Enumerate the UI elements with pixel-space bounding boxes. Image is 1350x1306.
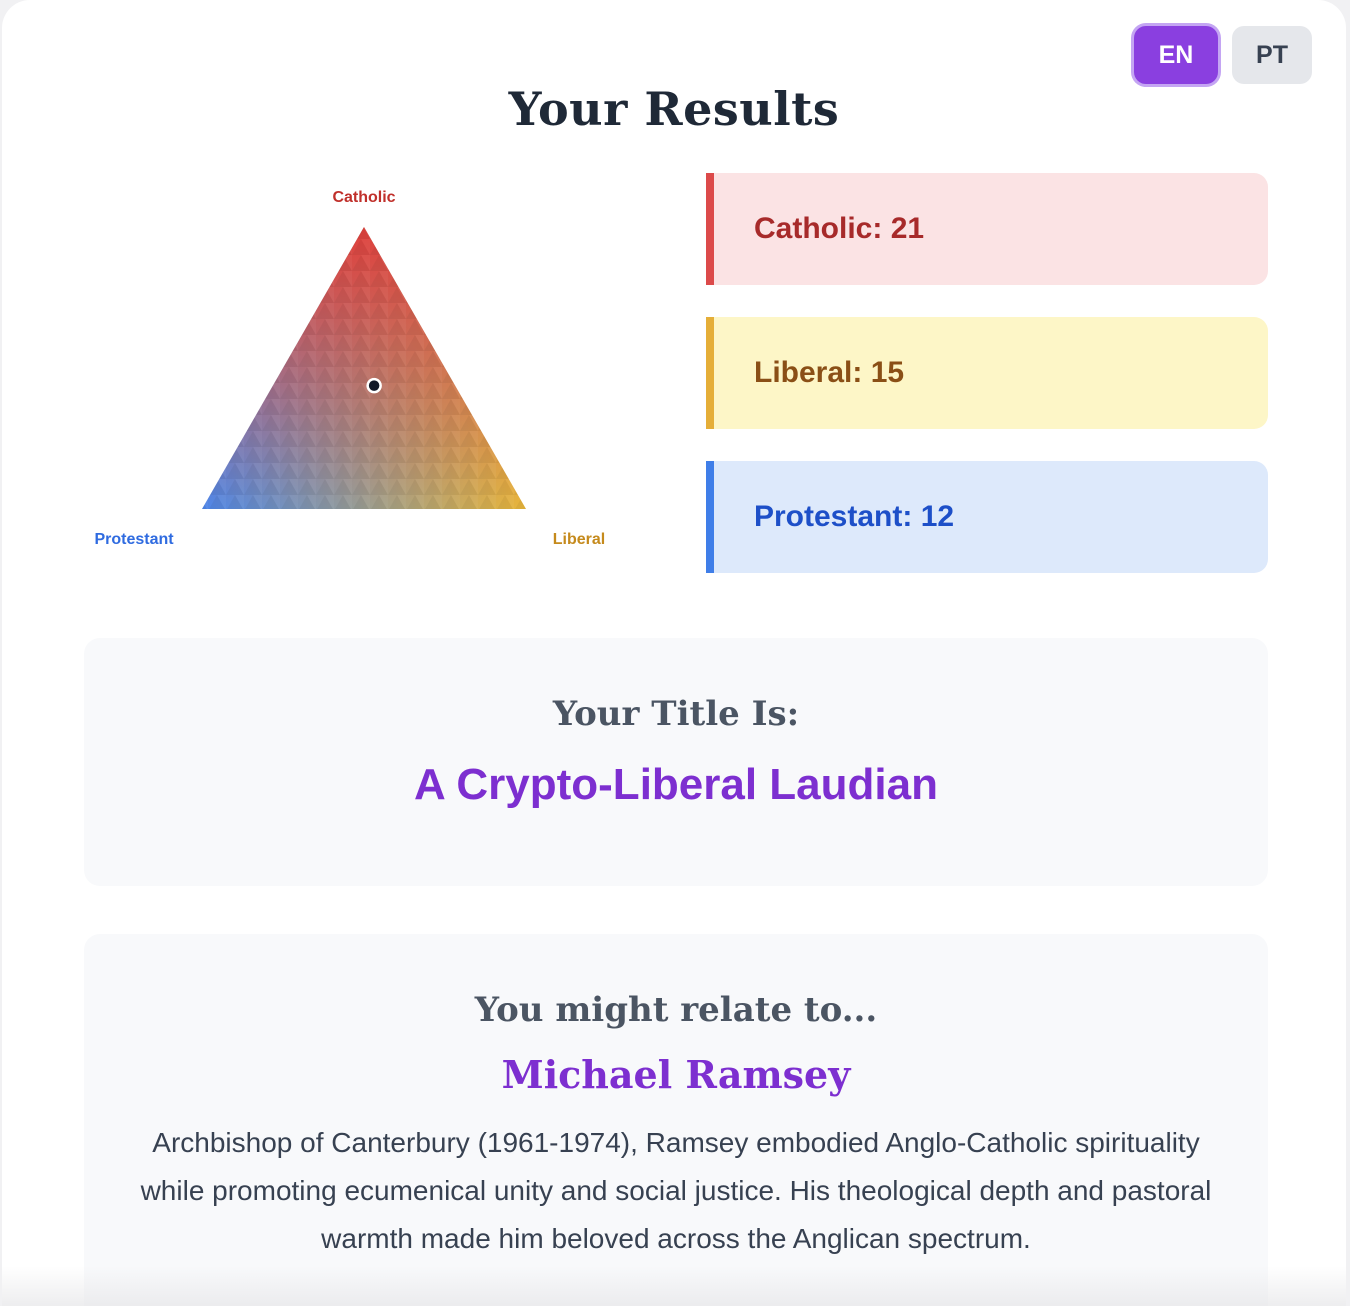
ternary-svg: Catholic Protestant Liberal — [94, 189, 605, 548]
score-protestant: Protestant12 — [706, 461, 1268, 573]
score-catholic: Catholic21 — [706, 173, 1268, 285]
score-label: Protestant — [754, 500, 921, 534]
lang-en-button[interactable]: EN — [1134, 26, 1218, 84]
score-value: 12 — [920, 500, 955, 533]
relate-heading: You might relate to... — [474, 990, 878, 1030]
title-heading: Your Title Is: — [552, 694, 800, 734]
score-list: Catholic21 Liberal15 Protestant12 — [706, 173, 1268, 605]
score-value: 21 — [890, 212, 925, 245]
ternary-fill — [202, 227, 526, 509]
figure-description: Archbishop of Canterbury (1961-1974), Ra… — [140, 1127, 1212, 1254]
language-switch: EN PT — [1134, 26, 1312, 84]
vertex-label-protestant: Protestant — [94, 531, 174, 548]
vertex-label-liberal: Liberal — [553, 531, 605, 548]
result-marker — [366, 377, 382, 394]
result-title: A Crypto-Liberal Laudian — [414, 760, 938, 809]
figure-name: Michael Ramsey — [501, 1052, 851, 1097]
vertex-label-catholic: Catholic — [332, 189, 395, 206]
relate-section: You might relate to... Michael Ramsey Ar… — [84, 934, 1268, 1306]
results-card: EN PT Your Results Catholic Protestant L… — [2, 0, 1346, 1306]
score-label: Catholic — [754, 212, 891, 246]
ternary-plot: Catholic Protestant Liberal — [82, 175, 622, 575]
result-point — [366, 377, 382, 394]
score-liberal: Liberal15 — [706, 317, 1268, 429]
score-value: 15 — [870, 356, 905, 389]
page-title: Your Results — [508, 82, 840, 136]
lang-pt-button[interactable]: PT — [1232, 26, 1312, 84]
title-section: Your Title Is: A Crypto-Liberal Laudian — [84, 638, 1268, 886]
score-label: Liberal — [754, 356, 871, 390]
